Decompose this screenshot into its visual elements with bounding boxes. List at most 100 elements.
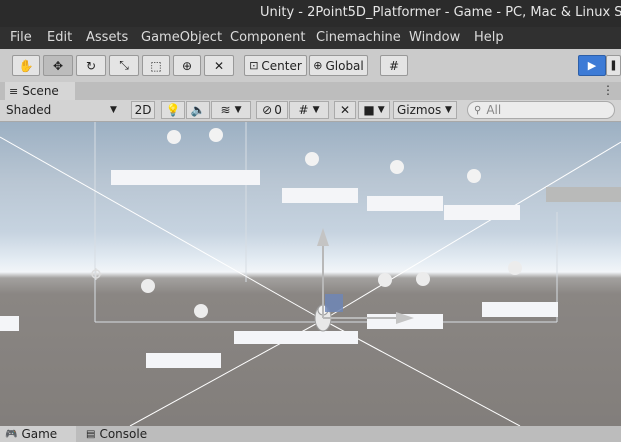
pivot-center-button[interactable]: ⊡ Center bbox=[244, 55, 307, 76]
sphere bbox=[508, 261, 522, 275]
light-gizmo-icon bbox=[90, 268, 102, 280]
platform bbox=[444, 205, 520, 220]
grid-icon: # bbox=[298, 103, 309, 117]
eye-slash-icon: ⊘ bbox=[262, 103, 273, 117]
pause-button[interactable]: ❚ bbox=[606, 55, 621, 76]
scale-tool-icon: ⤡ bbox=[119, 58, 129, 72]
console-icon: ▤ bbox=[86, 428, 96, 440]
sphere bbox=[305, 152, 319, 166]
hidden-objects-toggle[interactable]: ⊘ 0 bbox=[256, 101, 288, 119]
tab-scene-label: Scene bbox=[22, 84, 59, 98]
hand-tool-button[interactable]: ✋ bbox=[12, 55, 40, 76]
grid-snap-icon: # bbox=[388, 58, 400, 73]
tab-console[interactable]: ▤ Console bbox=[84, 426, 164, 442]
move-tool-button[interactable]: ✥ bbox=[43, 55, 73, 76]
2d-toggle-button[interactable]: 2D bbox=[131, 101, 155, 119]
custom-tool-button[interactable]: ✕ bbox=[204, 55, 234, 76]
platform bbox=[482, 302, 558, 317]
scene-toolbar: Shaded ▼ 2D 💡 🔈 ≋ ▼ ⊘ 0 # ▼ ✕ ■ ▼ Gizmos… bbox=[0, 100, 621, 122]
menu-window[interactable]: Window bbox=[409, 30, 460, 45]
space-global-button[interactable]: ⊕ Global bbox=[309, 55, 368, 76]
effects-dropdown[interactable]: ≋ ▼ bbox=[211, 101, 251, 119]
sphere bbox=[416, 272, 430, 286]
gamepad-icon: 🎮 bbox=[5, 428, 18, 440]
hand-tool-icon: ✋ bbox=[18, 58, 34, 73]
search-placeholder: All bbox=[486, 103, 502, 117]
scene-viewport[interactable] bbox=[0, 122, 621, 426]
play-icon: ▶ bbox=[587, 59, 597, 72]
grid-snap-button[interactable]: # bbox=[380, 55, 408, 76]
pivot-icon: ⊡ bbox=[249, 59, 259, 72]
space-global-label: Global bbox=[325, 58, 364, 73]
camera-frustum-line bbox=[322, 141, 621, 321]
scene-tab-strip: ≡ Scene ⋮ bbox=[0, 82, 621, 100]
layers-icon: ≋ bbox=[220, 103, 231, 117]
platform bbox=[111, 170, 260, 185]
move-gizmo bbox=[317, 228, 414, 324]
menu-gameobject[interactable]: GameObject bbox=[141, 30, 222, 45]
rect-tool-button[interactable]: ⬚ bbox=[142, 55, 170, 76]
platform bbox=[367, 196, 443, 211]
play-button[interactable]: ▶ bbox=[578, 55, 606, 76]
platform bbox=[234, 331, 358, 344]
globe-icon: ⊕ bbox=[313, 59, 323, 72]
bottom-tab-strip: 🎮 Game ▤ Console bbox=[0, 426, 621, 442]
rect-tool-icon: ⬚ bbox=[150, 58, 162, 73]
draw-mode-dropdown[interactable]: Shaded ▼ bbox=[2, 101, 124, 119]
camera-dropdown[interactable]: ■ ▼ bbox=[358, 101, 390, 119]
menu-component[interactable]: Component bbox=[230, 30, 305, 45]
transform-tool-button[interactable]: ⊕ bbox=[173, 55, 201, 76]
scene-canvas bbox=[0, 122, 621, 426]
gizmos-dropdown[interactable]: Gizmos ▼ bbox=[393, 101, 457, 119]
platform bbox=[146, 353, 221, 368]
camera-icon: ■ bbox=[363, 103, 375, 117]
tab-scene[interactable]: ≡ Scene bbox=[5, 82, 75, 100]
menu-help[interactable]: Help bbox=[474, 30, 504, 45]
sphere bbox=[194, 304, 208, 318]
tools-icon: ✕ bbox=[339, 103, 351, 117]
scale-tool-button[interactable]: ⤡ bbox=[109, 55, 139, 76]
draw-mode-label: Shaded bbox=[6, 103, 52, 117]
search-icon: ⚲ bbox=[474, 104, 482, 116]
lightbulb-icon: 💡 bbox=[165, 103, 181, 117]
gizmos-label: Gizmos bbox=[397, 103, 442, 117]
chevron-down-icon: ▼ bbox=[110, 105, 117, 115]
tab-console-label: Console bbox=[99, 427, 148, 441]
lighting-toggle[interactable]: 💡 bbox=[161, 101, 185, 119]
tab-game[interactable]: 🎮 Game bbox=[0, 426, 76, 442]
pause-icon: ❚ bbox=[609, 60, 618, 71]
custom-tool-icon: ✕ bbox=[213, 58, 225, 73]
main-toolbar: ✋ ✥ ↻ ⤡ ⬚ ⊕ ✕ ⊡ Center ⊕ Global # ▶ ❚ bbox=[0, 49, 621, 83]
pivot-center-label: Center bbox=[261, 58, 302, 73]
tools-button[interactable]: ✕ bbox=[334, 101, 356, 119]
move-tool-icon: ✥ bbox=[52, 58, 64, 73]
rotate-tool-button[interactable]: ↻ bbox=[76, 55, 106, 76]
transform-tool-icon: ⊕ bbox=[181, 58, 193, 73]
chevron-down-icon: ▼ bbox=[234, 105, 242, 115]
chevron-down-icon: ▼ bbox=[445, 105, 452, 115]
menu-bar: File Edit Assets GameObject Component Ci… bbox=[0, 27, 621, 49]
sphere bbox=[390, 160, 404, 174]
window-title: Unity - 2Point5D_Platformer - Game - PC,… bbox=[260, 5, 621, 20]
menu-file[interactable]: File bbox=[10, 30, 32, 45]
menu-assets[interactable]: Assets bbox=[86, 30, 128, 45]
platform bbox=[0, 316, 19, 331]
sphere bbox=[209, 128, 223, 142]
tab-game-label: Game bbox=[21, 427, 58, 441]
search-input[interactable]: ⚲ All bbox=[467, 101, 615, 119]
platform bbox=[282, 188, 358, 203]
sphere bbox=[378, 273, 392, 287]
sphere bbox=[467, 169, 481, 183]
more-options-icon[interactable]: ⋮ bbox=[602, 83, 614, 97]
menu-cinemachine[interactable]: Cinemachine bbox=[316, 30, 401, 45]
grid-dropdown[interactable]: # ▼ bbox=[289, 101, 329, 119]
camera-frustum-line bbox=[0, 136, 324, 321]
title-bar: Unity - 2Point5D_Platformer - Game - PC,… bbox=[0, 0, 621, 27]
2d-toggle-label: 2D bbox=[134, 103, 152, 117]
chevron-down-icon: ▼ bbox=[377, 105, 385, 115]
menu-icon: ≡ bbox=[9, 84, 19, 98]
chevron-down-icon: ▼ bbox=[312, 105, 320, 115]
audio-toggle[interactable]: 🔈 bbox=[186, 101, 210, 119]
menu-edit[interactable]: Edit bbox=[47, 30, 72, 45]
speaker-icon: 🔈 bbox=[190, 103, 206, 117]
